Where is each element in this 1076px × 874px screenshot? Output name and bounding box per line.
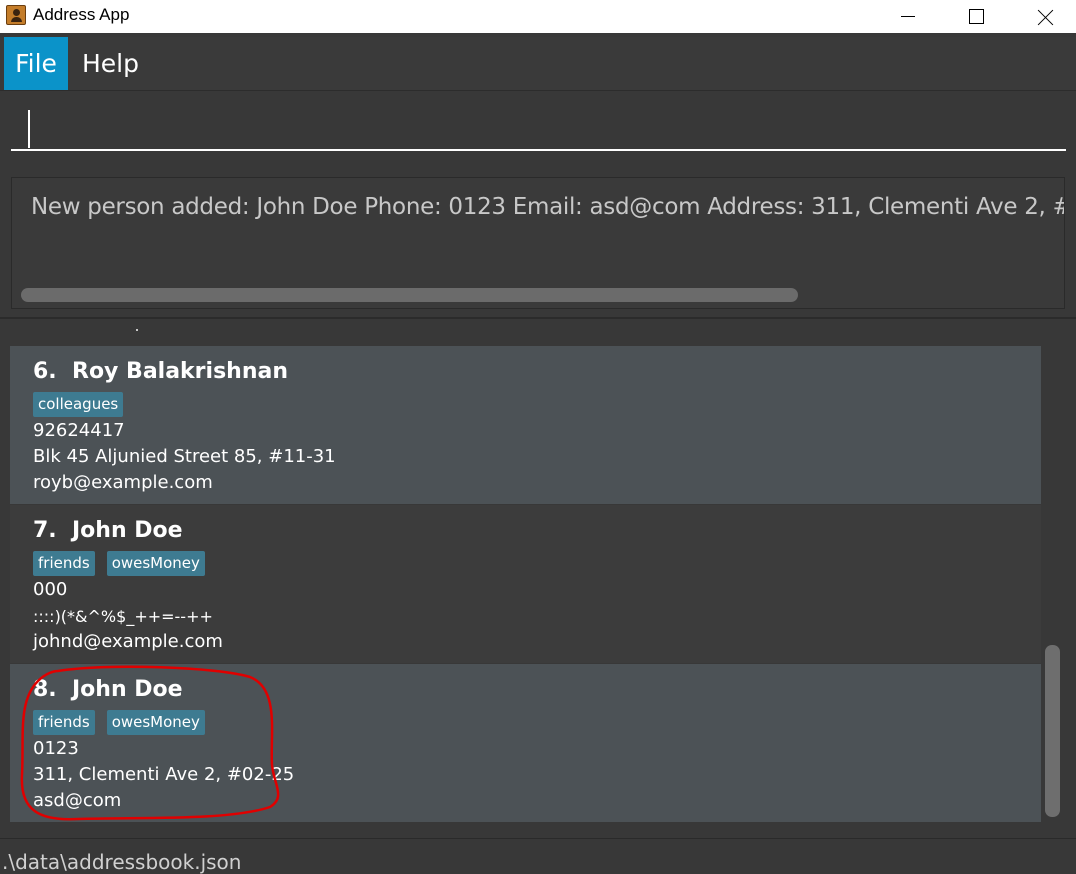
person-list[interactable]: 6. Roy Balakrishnan colleagues 92624417 … <box>0 319 1076 836</box>
vertical-scrollbar[interactable] <box>1045 645 1060 817</box>
person-address: 311, Clementi Ave 2, #02-25 <box>33 764 295 785</box>
tag-list: friends owesMoney <box>33 710 205 735</box>
person-card[interactable]: 6. Roy Balakrishnan colleagues 92624417 … <box>10 346 1041 504</box>
person-phone: 0123 <box>33 738 79 759</box>
person-email: johnd@example.com <box>33 631 223 652</box>
tag-list: colleagues <box>33 392 124 417</box>
person-name: 6. Roy Balakrishnan <box>33 359 289 384</box>
minimize-icon <box>901 16 915 17</box>
menu-file[interactable]: File <box>4 37 68 90</box>
tag: friends <box>33 710 95 735</box>
close-button[interactable] <box>1023 0 1069 33</box>
command-input[interactable] <box>11 106 1066 151</box>
person-card[interactable]: 8. John Doe friends owesMoney 0123 311, … <box>10 664 1041 822</box>
tag: owesMoney <box>106 710 205 735</box>
address-book-icon <box>6 5 26 25</box>
person-email: royb@example.com <box>33 472 213 493</box>
menu-help[interactable]: Help <box>68 37 153 90</box>
menu-bar: File Help <box>0 37 1076 91</box>
horizontal-scrollbar[interactable] <box>21 288 798 302</box>
tag: owesMoney <box>106 551 205 576</box>
status-bar: .\data\addressbook.json <box>0 838 1076 874</box>
person-name: 7. John Doe <box>33 518 183 543</box>
person-phone: 000 <box>33 579 68 600</box>
result-display[interactable]: New person added: John Doe Phone: 0123 E… <box>11 177 1065 309</box>
person-email: asd@com <box>33 790 122 811</box>
person-address: ::::)(*&^%$_++=--++ <box>33 607 213 626</box>
person-name: 8. John Doe <box>33 677 183 702</box>
tag: friends <box>33 551 95 576</box>
person-card[interactable]: 7. John Doe friends owesMoney 000 ::::)(… <box>10 505 1041 663</box>
person-phone: 92624417 <box>33 420 125 441</box>
tag: colleagues <box>33 392 124 417</box>
person-address: Blk 45 Aljunied Street 85, #11-31 <box>33 446 336 467</box>
close-icon <box>1038 9 1054 25</box>
title-bar: Address App <box>0 0 1076 33</box>
maximize-button[interactable] <box>953 0 999 33</box>
text-caret <box>28 110 30 148</box>
list-fragment <box>136 329 138 331</box>
minimize-button[interactable] <box>885 0 931 33</box>
window-title: Address App <box>33 5 130 24</box>
command-box <box>0 92 1076 168</box>
tag-list: friends owesMoney <box>33 551 205 576</box>
result-message: New person added: John Doe Phone: 0123 E… <box>31 194 1065 220</box>
maximize-icon <box>968 9 984 24</box>
save-location: .\data\addressbook.json <box>2 850 242 874</box>
